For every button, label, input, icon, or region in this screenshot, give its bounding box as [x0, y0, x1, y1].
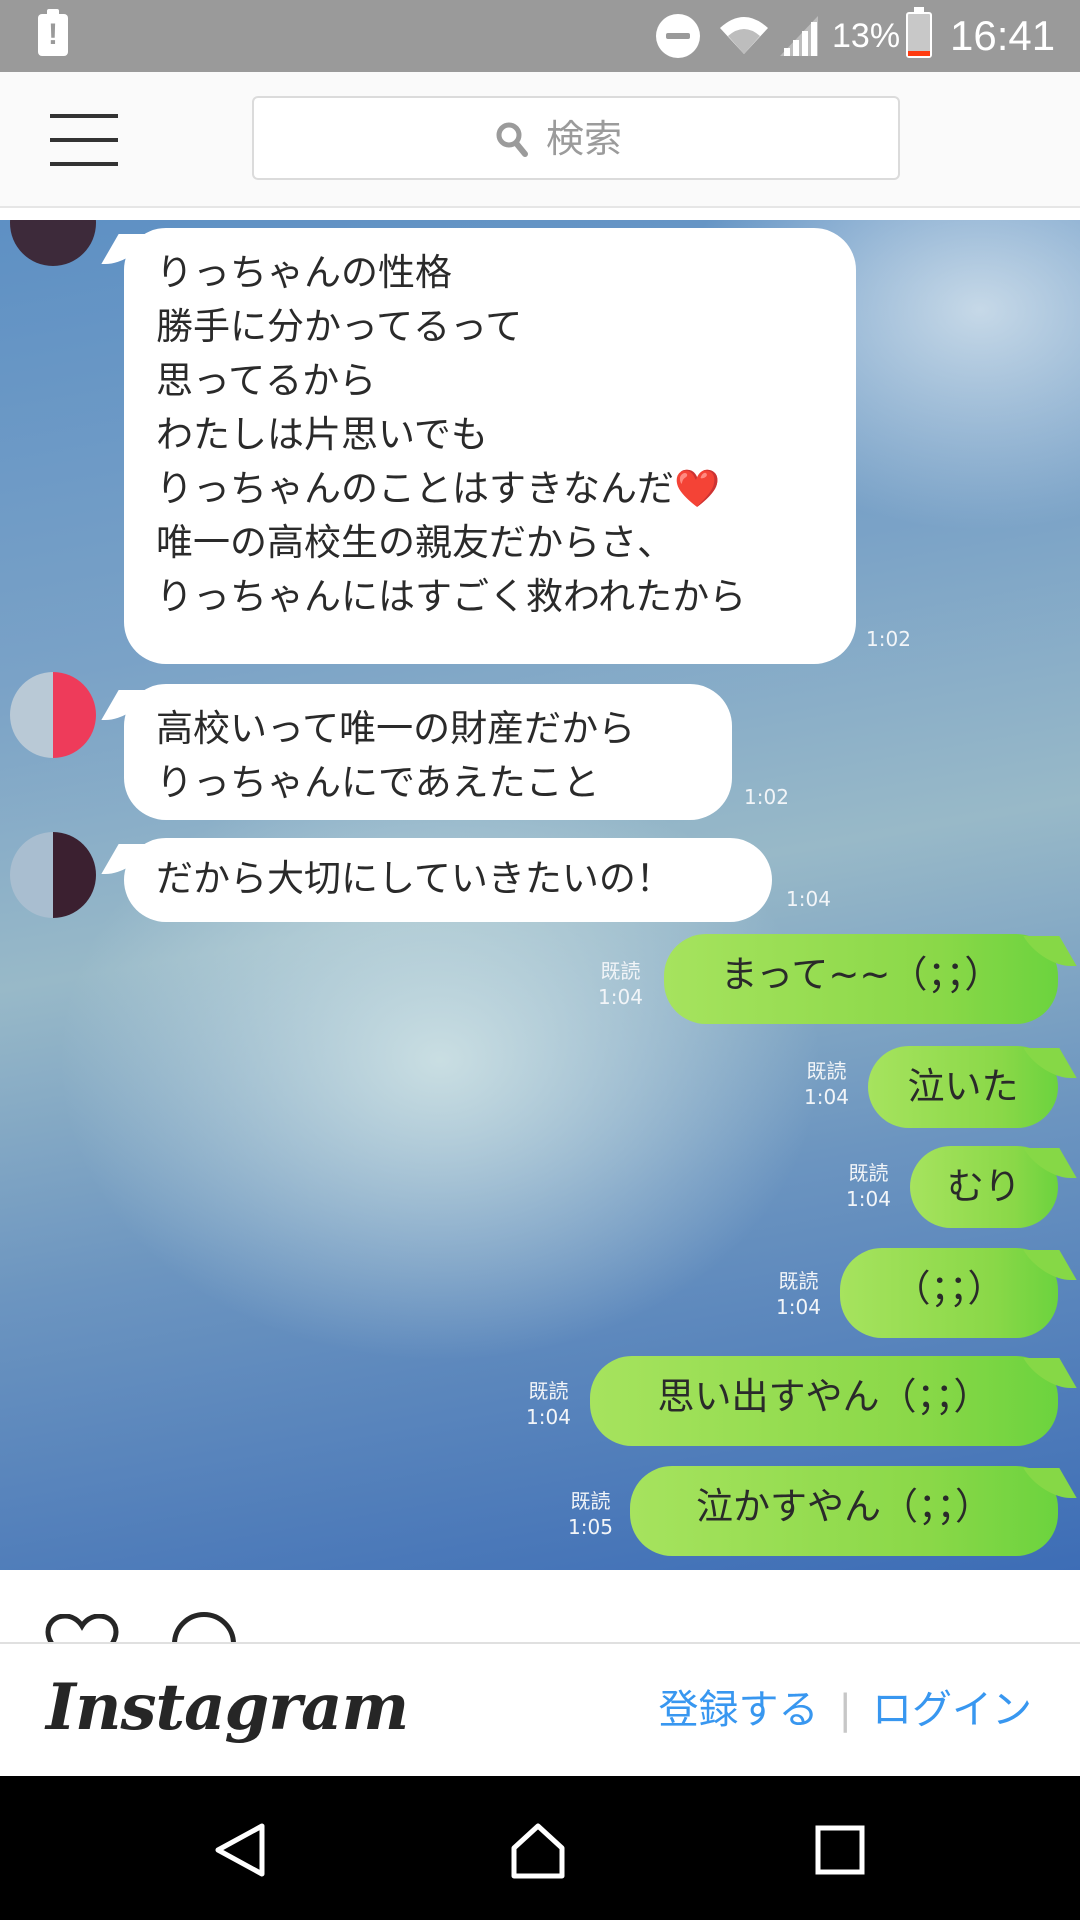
read-receipt: 既読 1:05 — [568, 1489, 613, 1539]
instagram-logo[interactable]: Instagram — [46, 1666, 409, 1750]
system-nav-bar — [0, 1776, 1080, 1920]
heart-icon[interactable] — [44, 1614, 120, 1644]
link-separator: | — [838, 1687, 852, 1733]
message-time: 1:02 — [866, 627, 911, 651]
read-receipt: 既読 1:04 — [526, 1379, 571, 1429]
outgoing-message: むり — [910, 1146, 1058, 1228]
avatar — [10, 832, 96, 918]
outgoing-message: まって~~（；；） — [664, 934, 1058, 1024]
read-receipt: 既読 1:04 — [846, 1161, 891, 1211]
outgoing-message: 泣いた — [868, 1046, 1058, 1128]
outgoing-message: 泣かすやん（；；） — [630, 1466, 1058, 1556]
clock: 16:41 — [950, 12, 1056, 59]
read-receipt: 既読 1:04 — [804, 1059, 849, 1109]
message-time: 1:02 — [744, 785, 789, 809]
search-placeholder: 検索 — [546, 117, 623, 161]
wifi-icon — [720, 17, 768, 54]
outgoing-message: 思い出すやん（；；） — [590, 1356, 1058, 1446]
avatar — [10, 220, 96, 266]
search-input[interactable]: 検索 — [252, 96, 900, 180]
auth-links: 登録する | ログイン — [659, 1682, 1032, 1738]
read-receipt: 既読 1:04 — [598, 959, 643, 1009]
incoming-message: 高校いって唯一の財産だから りっちゃんにであえたこと — [124, 684, 732, 820]
signal-icon — [780, 16, 818, 56]
app-header: 検索 — [0, 72, 1080, 208]
incoming-message: りっちゃんの性格 勝手に分かってるって 思ってるから わたしは片思いでも りっち… — [124, 228, 856, 664]
instagram-bar: Instagram 登録する | ログイン — [0, 1642, 1080, 1776]
read-receipt: 既読 1:04 — [776, 1269, 821, 1319]
incoming-message: だから大切にしていきたいの！ — [124, 838, 772, 922]
chat-screenshot: りっちゃんの性格 勝手に分かってるって 思ってるから わたしは片思いでも りっち… — [0, 220, 1080, 1570]
alert-icon: ! — [38, 9, 68, 56]
alert-glyph: ! — [48, 18, 58, 51]
search-icon — [496, 122, 528, 157]
menu-icon[interactable] — [50, 114, 118, 166]
outgoing-message: （；；） — [840, 1248, 1058, 1338]
do-not-disturb-icon — [656, 14, 700, 58]
message-time: 1:04 — [786, 887, 831, 911]
comment-icon[interactable] — [172, 1612, 236, 1644]
signup-link[interactable]: 登録する — [659, 1687, 819, 1733]
status-bar: ! 13% 16:41 — [0, 0, 1080, 72]
login-link[interactable]: ログイン — [872, 1687, 1032, 1733]
post-actions — [0, 1570, 1080, 1644]
home-icon[interactable] — [508, 1820, 568, 1880]
battery-icon — [906, 7, 932, 58]
back-icon[interactable] — [210, 1820, 270, 1880]
battery-percent: 13% — [832, 17, 901, 55]
recents-icon[interactable] — [810, 1820, 870, 1880]
avatar — [10, 672, 96, 758]
